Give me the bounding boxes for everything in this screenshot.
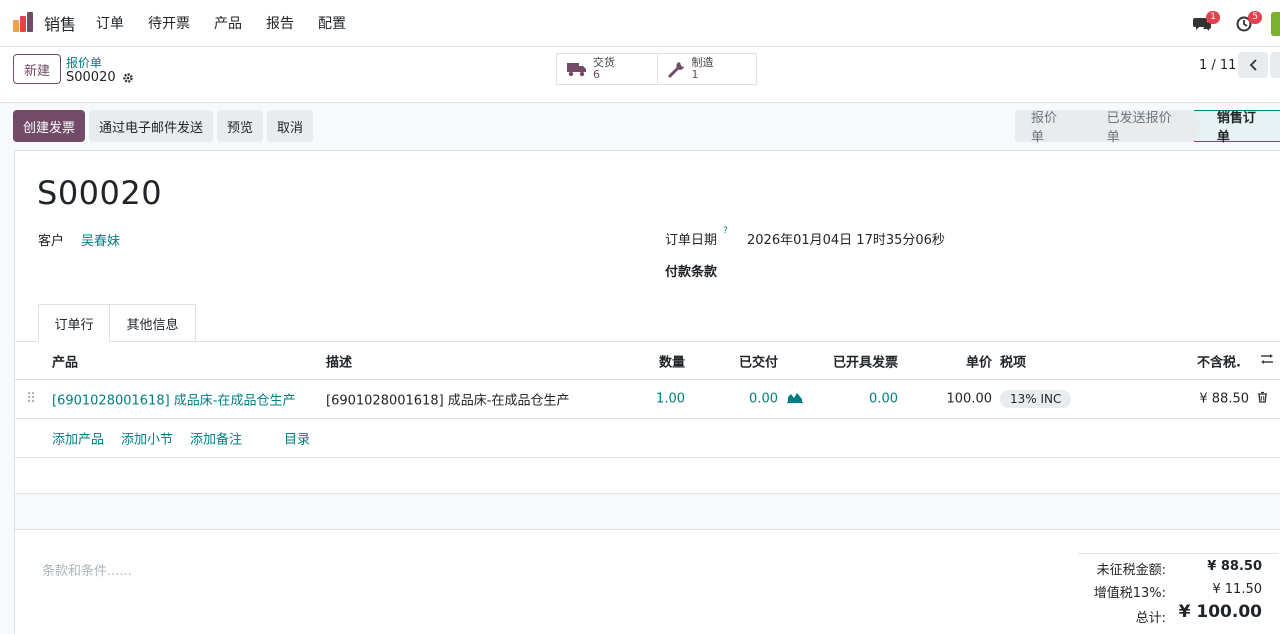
messages-badge: 1: [1206, 10, 1220, 24]
pager-value[interactable]: 1 / 11: [1199, 58, 1236, 73]
vat-row: 增值税13%: ¥ 11.50: [1078, 577, 1278, 601]
record-title: S00020: [37, 174, 163, 212]
activities-badge: 5: [1248, 10, 1262, 24]
add-note-link[interactable]: 添加备注: [190, 429, 242, 448]
forecast-chart-icon[interactable]: [787, 391, 803, 407]
order-lines-header: 产品 描述 数量 已交付 已开具发票 单价 税项 不含税.: [15, 343, 1280, 380]
line-unit-price[interactable]: 100.00: [947, 392, 993, 407]
breadcrumb-current-label: S00020: [66, 70, 116, 85]
stage-quotation[interactable]: 报价单: [1015, 110, 1093, 145]
payment-terms-label: 付款条款: [665, 265, 718, 280]
truck-icon: [567, 62, 586, 76]
menu-configuration[interactable]: 配置: [306, 13, 358, 33]
col-subtotal[interactable]: 不含税.: [1197, 352, 1241, 371]
tab-other-info-label: 其他信息: [126, 318, 179, 333]
breadcrumb-current: S00020: [66, 70, 134, 85]
top-navbar: 销售 订单 待开票 产品 报告 配置 1 5: [0, 0, 1280, 47]
trash-icon: [1258, 391, 1267, 403]
stage-sales-order-label: 销售订单: [1216, 111, 1256, 145]
app-name[interactable]: 销售: [44, 11, 76, 35]
line-subtotal: ¥ 88.50: [1199, 391, 1249, 407]
new-button[interactable]: 新建: [13, 54, 61, 84]
control-panel: 新建 报价单 S00020 交货 6 制造 1 1 / 11: [0, 47, 1280, 103]
line-invoiced[interactable]: 0.00: [869, 392, 898, 407]
stage-sales-order[interactable]: 销售订单: [1193, 110, 1280, 145]
vat-label: 增值税13%:: [1093, 586, 1166, 601]
cancel-button[interactable]: 取消: [267, 110, 314, 142]
smart-buttons: 交货 6 制造 1: [556, 53, 757, 85]
customer-label: 客户: [38, 234, 65, 249]
pager-previous-button[interactable]: [1238, 52, 1268, 78]
col-unit-price[interactable]: 单价: [966, 352, 992, 371]
order-date-field[interactable]: 2026年01月04日 17时35分06秒: [747, 229, 945, 248]
manufacturing-smart-button[interactable]: 制造 1: [656, 54, 757, 84]
wrench-icon: [668, 62, 684, 78]
order-date-help-icon[interactable]: ?: [723, 226, 728, 236]
empty-row: [15, 494, 1280, 530]
status-bar: 报价单 已发送报价单 销售订单: [1015, 110, 1280, 145]
optional-columns-toggle[interactable]: [1260, 353, 1274, 369]
totals-panel: 未征税金额: ¥ 88.50 增值税13%: ¥ 11.50 总计: ¥ 100…: [1078, 553, 1278, 630]
add-product-link[interactable]: 添加产品: [52, 429, 104, 448]
delivery-smart-button[interactable]: 交货 6: [557, 54, 657, 84]
order-date-label: 订单日期: [665, 233, 718, 248]
user-avatar[interactable]: [1271, 11, 1280, 36]
untaxed-amount-label: 未征税金额:: [1096, 563, 1166, 578]
table-row[interactable]: ⠿ [6901028001618] 成品床-在成品仓生产 [6901028001…: [15, 380, 1280, 419]
notebook-tabs: 订单行 其他信息: [15, 304, 1280, 342]
tab-other-info[interactable]: 其他信息: [110, 304, 196, 342]
col-quantity[interactable]: 数量: [659, 352, 685, 371]
delete-line-button[interactable]: [1257, 391, 1268, 407]
total-label: 总计:: [1135, 611, 1166, 626]
add-section-link[interactable]: 添加小节: [121, 429, 173, 448]
stage-quotation-sent[interactable]: 已发送报价单: [1084, 110, 1202, 145]
add-line-row: 添加产品 添加小节 添加备注 目录: [15, 419, 1280, 458]
col-description[interactable]: 描述: [326, 352, 352, 371]
empty-row: [15, 458, 1280, 494]
total-row: 总计: ¥ 100.00: [1078, 600, 1278, 630]
form-sheet: S00020 客户 吴春妹 订单日期 ? 2026年01月04日 17时35分0…: [14, 150, 1280, 634]
line-delivered[interactable]: 0.00: [749, 392, 778, 407]
terms-and-conditions-field[interactable]: 条款和条件......: [42, 560, 132, 579]
menu-to-invoice[interactable]: 待开票: [136, 13, 202, 33]
catalog-link[interactable]: 目录: [284, 429, 310, 448]
untaxed-amount-value: ¥ 88.50: [1207, 559, 1262, 574]
tab-order-lines[interactable]: 订单行: [38, 304, 110, 342]
delivery-count: 6: [593, 68, 600, 81]
manufacturing-count: 1: [691, 68, 699, 81]
breadcrumb-parent[interactable]: 报价单: [66, 54, 102, 71]
chevron-left-icon: [1249, 59, 1257, 71]
main-menu: 订单 待开票 产品 报告 配置: [84, 13, 358, 33]
tab-order-lines-label: 订单行: [54, 317, 94, 333]
untaxed-amount-row: 未征税金额: ¥ 88.50: [1078, 554, 1278, 578]
drag-handle-icon[interactable]: ⠿: [26, 391, 36, 407]
customer-field[interactable]: 吴春妹: [81, 230, 120, 249]
area-chart-icon: [787, 393, 803, 403]
messaging-button[interactable]: 1: [1187, 9, 1220, 39]
tax-tag[interactable]: 13% INC: [1000, 390, 1072, 408]
stage-quotation-sent-label: 已发送报价单: [1106, 111, 1172, 145]
sales-app-logo-icon[interactable]: [12, 12, 34, 34]
vat-value: ¥ 11.50: [1212, 582, 1262, 597]
send-by-email-button[interactable]: 通过电子邮件发送: [89, 110, 214, 142]
action-buttons: 创建发票 通过电子邮件发送 预览 取消: [13, 110, 314, 142]
sliders-icon: [1261, 354, 1273, 364]
col-product[interactable]: 产品: [52, 352, 78, 371]
line-product[interactable]: [6901028001618] 成品床-在成品仓生产: [52, 390, 296, 409]
create-invoice-button[interactable]: 创建发票: [13, 110, 86, 142]
col-delivered[interactable]: 已交付: [739, 352, 778, 371]
col-taxes[interactable]: 税项: [1000, 352, 1026, 371]
preview-button[interactable]: 预览: [217, 110, 264, 142]
line-description[interactable]: [6901028001618] 成品床-在成品仓生产: [326, 390, 570, 409]
line-quantity[interactable]: 1.00: [656, 392, 685, 407]
total-value: ¥ 100.00: [1178, 602, 1262, 622]
gear-icon[interactable]: [122, 72, 134, 84]
activities-button[interactable]: 5: [1229, 9, 1262, 39]
stage-quotation-label: 报价单: [1031, 111, 1058, 145]
menu-reporting[interactable]: 报告: [254, 13, 306, 33]
menu-orders[interactable]: 订单: [84, 13, 136, 33]
menu-products[interactable]: 产品: [202, 13, 254, 33]
pager-next-button[interactable]: [1270, 52, 1280, 78]
col-invoiced[interactable]: 已开具发票: [833, 352, 898, 371]
